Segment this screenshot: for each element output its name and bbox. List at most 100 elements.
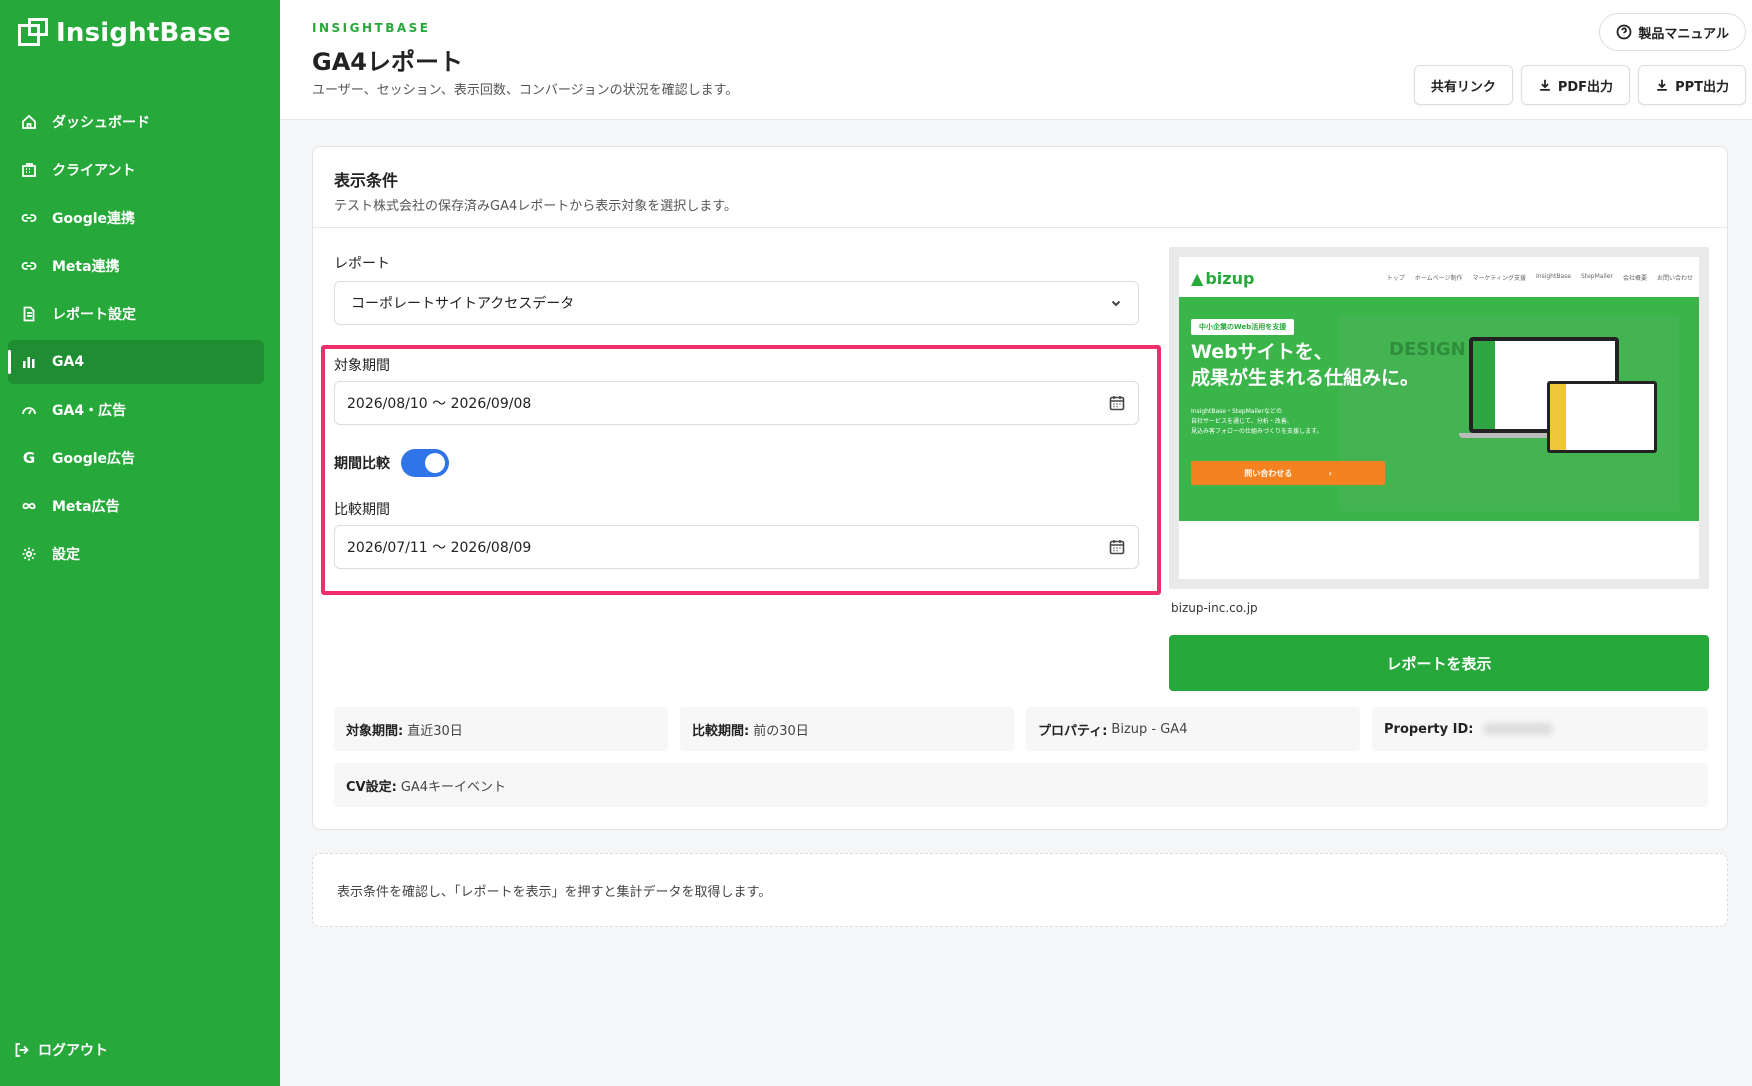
preview-url: bizup-inc.co.jp xyxy=(1171,601,1258,615)
summary-property-id-label: Property ID: xyxy=(1384,721,1474,737)
sidebar-item-ga4[interactable]: GA4 xyxy=(8,340,264,384)
compare-toggle[interactable] xyxy=(401,449,449,477)
summary-cv-label: CV設定: xyxy=(346,779,397,795)
google-icon: G xyxy=(22,449,36,467)
sidebar-item-label: クライアント xyxy=(52,163,136,179)
summary-property-id: Property ID: xyxy=(1372,707,1708,751)
preview-nav-link: マーケティング支援 xyxy=(1472,275,1526,282)
compare-period-label: 比較期間 xyxy=(334,502,390,518)
info-text: 表示条件を確認し、「レポートを表示」を押すと集計データを取得します。 xyxy=(337,884,772,900)
divider xyxy=(313,227,1727,228)
compare-period-date-input[interactable]: 2026/07/11 〜 2026/08/09 xyxy=(334,525,1139,569)
sidebar-item-google-ads[interactable]: G Google広告 xyxy=(8,436,264,480)
preview-logo-text: bizup xyxy=(1205,269,1255,288)
sidebar-item-label: 設定 xyxy=(52,547,80,563)
sidebar-item-google-link[interactable]: Google連携 xyxy=(8,196,264,240)
preview-nav: ▲ bizup トップ ホームページ制作 マーケティング支援 InsightBas… xyxy=(1179,257,1699,297)
sidebar-item-dashboard[interactable]: ダッシュボード xyxy=(8,100,264,144)
preview-nav-link: 会社概要 xyxy=(1622,275,1647,282)
infinity-icon xyxy=(20,497,38,515)
preview-laptop-small-image xyxy=(1547,381,1657,453)
pdf-export-button[interactable]: PDF出力 xyxy=(1520,65,1631,105)
period-date-input[interactable]: 2026/08/10 〜 2026/09/08 xyxy=(334,381,1139,425)
bar-chart-icon xyxy=(20,353,38,371)
sidebar-item-ga4-ads[interactable]: GA4・広告 xyxy=(8,388,264,432)
summary-cv-value: GA4キーイベント xyxy=(400,779,507,795)
sidebar-item-label: GA4・広告 xyxy=(52,403,127,419)
summary-property-id-redacted xyxy=(1483,723,1554,735)
summary-property-value: Bizup - GA4 xyxy=(1111,721,1188,737)
summary-cv: CV設定: GA4キーイベント xyxy=(334,763,1708,807)
preview-cta: 問い合わせる › xyxy=(1191,461,1385,485)
compare-period-date-value: 2026/07/11 〜 2026/08/09 xyxy=(347,540,532,556)
sidebar-item-label: Meta広告 xyxy=(52,499,120,515)
download-icon xyxy=(1657,79,1667,91)
summary-property: プロパティ: Bizup - GA4 xyxy=(1026,707,1360,751)
preview-cta-chevron-icon: › xyxy=(1328,468,1332,478)
brand-eyebrow: INSIGHTBASE xyxy=(312,21,431,35)
report-label: レポート xyxy=(334,256,390,272)
gear-icon xyxy=(20,545,38,563)
info-message: 表示条件を確認し、「レポートを表示」を押すと集計データを取得します。 xyxy=(312,853,1728,927)
sidebar-item-clients[interactable]: クライアント xyxy=(8,148,264,192)
app-logo[interactable]: InsightBase xyxy=(18,18,231,48)
summary-compare-label: 比較期間: xyxy=(692,723,750,739)
preview-hero: DESIGN 中小企業のWeb活用を支援 Webサイトを、 成果が生まれる仕組み… xyxy=(1179,297,1699,521)
preview-nav-link: トップ xyxy=(1386,275,1405,282)
summary-period: 対象期間: 直近30日 xyxy=(334,707,668,751)
share-link-button[interactable]: 共有リンク xyxy=(1413,65,1513,105)
conditions-description: テスト株式会社の保存済みGA4レポートから表示対象を選択します。 xyxy=(334,199,737,214)
sidebar-item-meta-link[interactable]: Meta連携 xyxy=(8,244,264,288)
summary-compare: 比較期間: 前の30日 xyxy=(680,707,1014,751)
sidebar-item-label: Google広告 xyxy=(52,451,136,467)
sidebar-item-label: ダッシュボード xyxy=(52,115,150,131)
help-circle-icon xyxy=(1616,24,1632,40)
product-manual-label: 製品マニュアル xyxy=(1638,26,1729,42)
page-header: INSIGHTBASE GA4レポート ユーザー、セッション、表示回数、コンバー… xyxy=(280,0,1752,120)
pdf-export-label: PDF出力 xyxy=(1557,79,1614,95)
sidebar-item-label: レポート設定 xyxy=(52,307,136,323)
sidebar-item-label: GA4 xyxy=(52,354,85,370)
page-title: GA4レポート xyxy=(312,48,463,76)
summary-property-label: プロパティ: xyxy=(1038,723,1108,739)
calendar-icon[interactable] xyxy=(1108,394,1126,412)
preview-nav-link: InsightBase xyxy=(1536,273,1571,280)
preview-badge: 中小企業のWeb活用を支援 xyxy=(1191,319,1295,335)
site-preview: ▲ bizup トップ ホームページ制作 マーケティング支援 InsightBas… xyxy=(1169,247,1709,589)
sidebar-item-report-settings[interactable]: レポート設定 xyxy=(8,292,264,336)
sidebar-item-meta-ads[interactable]: Meta広告 xyxy=(8,484,264,528)
ppt-export-label: PPT出力 xyxy=(1675,79,1729,95)
logout-icon xyxy=(15,1043,29,1057)
header-actions: 共有リンク PDF出力 PPT出力 xyxy=(1413,65,1746,105)
ppt-export-button[interactable]: PPT出力 xyxy=(1638,65,1746,105)
logout-button[interactable]: ログアウト xyxy=(14,1040,108,1060)
compare-toggle-label: 期間比較 xyxy=(334,456,390,472)
preview-nav-links: トップ ホームページ制作 マーケティング支援 InsightBase StepM… xyxy=(1387,273,1693,282)
report-select-value: コーポレートサイトアクセスデータ xyxy=(351,296,575,312)
period-date-value: 2026/08/10 〜 2026/09/08 xyxy=(347,396,532,412)
site-preview-screenshot: ▲ bizup トップ ホームページ制作 マーケティング支援 InsightBas… xyxy=(1179,257,1699,579)
summary-period-label: 対象期間: xyxy=(346,723,404,739)
logo-mark-icon xyxy=(18,18,50,48)
conditions-title: 表示条件 xyxy=(334,171,399,190)
product-manual-button[interactable]: 製品マニュアル xyxy=(1599,13,1746,51)
building-icon xyxy=(20,161,38,179)
page-subtitle: ユーザー、セッション、表示回数、コンバージョンの状況を確認します。 xyxy=(312,83,739,98)
preview-cta-label: 問い合わせる xyxy=(1244,468,1293,478)
report-select[interactable]: コーポレートサイトアクセスデータ xyxy=(334,281,1139,325)
preview-nav-link: お問い合わせ xyxy=(1656,275,1693,282)
document-icon xyxy=(20,305,38,323)
summary-compare-value: 前の30日 xyxy=(753,723,809,739)
preview-body: InsightBase・StepMailerなどの 自社サービスを通じて、分析・… xyxy=(1191,408,1323,435)
sidebar-item-label: Meta連携 xyxy=(52,259,120,275)
home-icon xyxy=(20,113,38,131)
preview-nav-link: StepMailer xyxy=(1580,273,1613,280)
link-icon xyxy=(20,257,38,275)
preview-headline: Webサイトを、 成果が生まれる仕組みに。 xyxy=(1191,341,1420,389)
toggle-knob xyxy=(425,453,445,473)
show-report-button[interactable]: レポートを表示 xyxy=(1169,635,1709,691)
preview-logo-mark-icon: ▲ xyxy=(1191,269,1204,288)
logout-label: ログアウト xyxy=(38,1043,108,1059)
sidebar-item-settings[interactable]: 設定 xyxy=(8,532,264,576)
calendar-icon[interactable] xyxy=(1108,538,1126,556)
